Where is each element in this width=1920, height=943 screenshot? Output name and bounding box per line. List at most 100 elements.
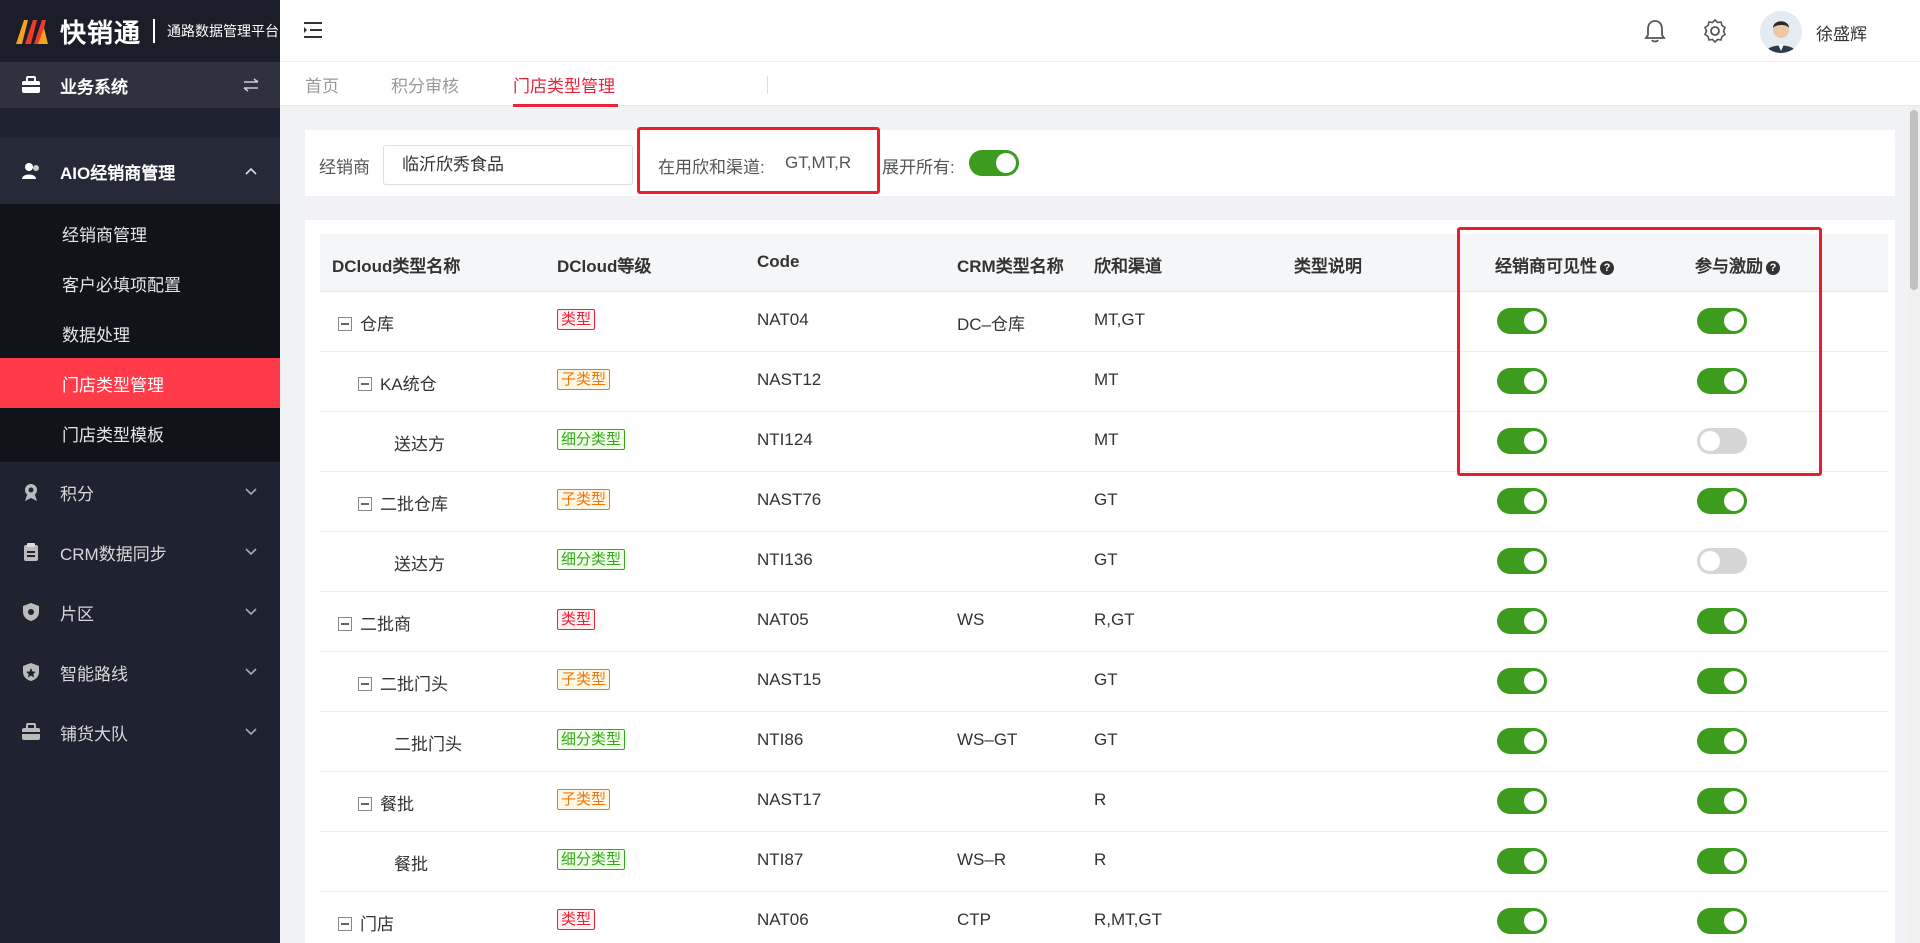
sidebar-item-region[interactable]: 片区: [0, 582, 280, 642]
collapse-icon[interactable]: [338, 317, 352, 331]
tab-store-type-management[interactable]: 门店类型管理: [513, 72, 615, 97]
cell-code: NAST17: [757, 790, 822, 809]
cell-dcloud-name: 二批门头: [358, 670, 448, 695]
cell-dcloud-level: 子类型: [557, 369, 611, 390]
cell-channel: GT: [1094, 670, 1118, 689]
dealer-visibility-toggle[interactable]: [1497, 788, 1547, 814]
brand-subtitle: 通路数据管理平台: [167, 23, 280, 39]
cell-channel: R,GT: [1094, 610, 1135, 629]
cell-dcloud-level: 细分类型: [557, 729, 626, 750]
expand-all-toggle[interactable]: [969, 150, 1019, 176]
dealer-visibility-toggle[interactable]: [1497, 668, 1547, 694]
cell-crm-type-name: WS: [957, 610, 985, 629]
level-tag: 细分类型: [557, 429, 626, 450]
expand-all-label: 展开所有:: [882, 158, 955, 177]
level-tag: 类型: [557, 909, 596, 930]
dealer-visibility-toggle[interactable]: [1497, 608, 1547, 634]
col-code[interactable]: Code: [757, 252, 800, 272]
vertical-scrollbar[interactable]: [1908, 106, 1920, 943]
sidebar-item-distribution-team-label: 铺货大队: [60, 724, 128, 744]
incentive-toggle[interactable]: [1697, 668, 1747, 694]
incentive-toggle[interactable]: [1697, 548, 1747, 574]
collapse-icon[interactable]: [358, 497, 372, 511]
sidebar-item-smart-route-label: 智能路线: [60, 664, 128, 684]
collapse-icon[interactable]: [358, 677, 372, 691]
table-row: 二批门头 子类型 NAST15 GT: [320, 652, 1888, 712]
chevron-down-icon: [242, 543, 260, 561]
gear-icon[interactable]: [1702, 18, 1728, 44]
cell-dcloud-name: 餐批: [394, 855, 428, 874]
level-tag: 细分类型: [557, 849, 626, 870]
username[interactable]: 徐盛辉: [1816, 20, 1867, 45]
filter-bar: 经销商 临沂欣秀食品 在用欣和渠道: GT,MT,R 展开所有:: [305, 130, 1895, 196]
tab-bar: 首页 积分审核 门店类型管理: [280, 62, 1920, 107]
cell-code: NAT04: [757, 310, 809, 329]
clipboard-icon: [20, 541, 42, 563]
menu-fold-icon[interactable]: [302, 18, 326, 42]
submenu-customer-required-fields[interactable]: 客户必填项配置: [0, 258, 280, 308]
submenu-data-processing[interactable]: 数据处理: [0, 308, 280, 358]
chevron-down-icon: [242, 483, 260, 501]
dealer-visibility-toggle[interactable]: [1497, 488, 1547, 514]
switch-arrows-icon[interactable]: [242, 76, 260, 94]
col-type-description[interactable]: 类型说明: [1294, 252, 1362, 277]
collapse-icon[interactable]: [338, 917, 352, 931]
cell-dcloud-level: 类型: [557, 909, 596, 930]
sidebar-item-points[interactable]: 积分: [0, 462, 280, 522]
cell-dcloud-name: 餐批: [358, 790, 414, 815]
bell-icon[interactable]: [1642, 18, 1668, 44]
sidebar-item-points-label: 积分: [60, 484, 94, 504]
table-row: 二批仓库 子类型 NAST76 GT: [320, 472, 1888, 532]
col-dcloud-name[interactable]: DCloud类型名称: [332, 252, 460, 277]
scroll-thumb[interactable]: [1910, 110, 1918, 290]
collapse-icon[interactable]: [358, 377, 372, 391]
shield-star-icon: [20, 661, 42, 683]
cell-channel: MT: [1094, 430, 1119, 449]
dealer-input[interactable]: 临沂欣秀食品: [383, 145, 633, 185]
business-system-menu[interactable]: 业务系统: [0, 62, 280, 108]
level-tag: 子类型: [557, 489, 611, 510]
aio-dealer-menu[interactable]: AIO经销商管理: [0, 138, 280, 204]
chevron-down-icon: [242, 663, 260, 681]
col-dcloud-level[interactable]: DCloud等级: [557, 252, 651, 277]
tab-home[interactable]: 首页: [305, 72, 339, 97]
briefcase-icon: [20, 74, 42, 96]
cell-code: NTI86: [757, 730, 804, 749]
dealer-visibility-toggle[interactable]: [1497, 548, 1547, 574]
dealer-visibility-toggle[interactable]: [1497, 848, 1547, 874]
incentive-toggle[interactable]: [1697, 608, 1747, 634]
collapse-icon[interactable]: [358, 797, 372, 811]
table-row: 餐批 细分类型 NTI87 WS–R R: [320, 832, 1888, 892]
sidebar-item-smart-route[interactable]: 智能路线: [0, 642, 280, 702]
avatar[interactable]: [1760, 11, 1802, 53]
incentive-toggle[interactable]: [1697, 488, 1747, 514]
level-tag: 类型: [557, 609, 596, 630]
cell-code: NAST15: [757, 670, 822, 689]
dealer-label: 经销商: [319, 158, 370, 177]
table-row: 二批门头 细分类型 NTI86 WS–GT GT: [320, 712, 1888, 772]
incentive-toggle[interactable]: [1697, 728, 1747, 754]
sidebar-item-distribution-team[interactable]: 铺货大队: [0, 702, 280, 762]
col-crm-type-name[interactable]: CRM类型名称: [957, 252, 1064, 277]
chevron-up-icon: [242, 162, 260, 180]
incentive-toggle[interactable]: [1697, 908, 1747, 934]
cell-dcloud-level: 细分类型: [557, 549, 626, 570]
tab-points-review[interactable]: 积分审核: [391, 72, 459, 97]
dealer-visibility-toggle[interactable]: [1497, 908, 1547, 934]
tab-divider: [767, 76, 768, 94]
cell-code: NTI136: [757, 550, 813, 569]
shield-icon: [20, 601, 42, 623]
cell-dcloud-level: 子类型: [557, 789, 611, 810]
cell-channel: GT: [1094, 550, 1118, 569]
submenu-store-type-management[interactable]: 门店类型管理: [0, 358, 280, 408]
submenu-store-type-template[interactable]: 门店类型模板: [0, 408, 280, 458]
cell-dcloud-name: 仓库: [338, 310, 394, 335]
incentive-toggle[interactable]: [1697, 788, 1747, 814]
incentive-toggle[interactable]: [1697, 848, 1747, 874]
dealer-visibility-toggle[interactable]: [1497, 728, 1547, 754]
col-channel[interactable]: 欣和渠道: [1094, 252, 1162, 277]
sidebar-item-crm-sync[interactable]: CRM数据同步: [0, 522, 280, 582]
logo: 快销通 通路数据管理平台: [0, 0, 280, 62]
submenu-dealer-management[interactable]: 经销商管理: [0, 208, 280, 258]
collapse-icon[interactable]: [338, 617, 352, 631]
